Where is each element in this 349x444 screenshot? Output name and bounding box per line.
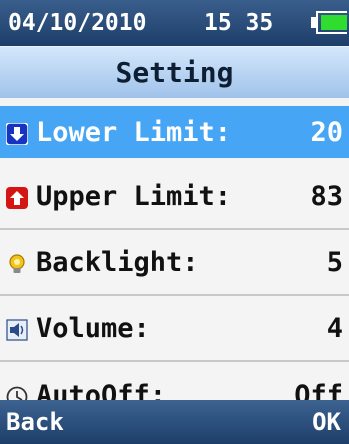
up-arrow-icon bbox=[6, 185, 28, 209]
menu-item-label: Lower Limit: bbox=[36, 116, 232, 148]
device-screen: 04/10/2010 15 35 Setting Lower Limit: 20 bbox=[0, 0, 349, 444]
menu-item-label: Volume: bbox=[36, 312, 150, 344]
back-button[interactable]: Back bbox=[6, 400, 64, 444]
menu-item-label: Upper Limit: bbox=[36, 180, 232, 212]
menu-item-label: Backlight: bbox=[36, 246, 199, 278]
settings-menu: Lower Limit: 20 Upper Limit: 83 Backligh… bbox=[0, 98, 349, 428]
status-time: 15 35 bbox=[204, 10, 274, 36]
menu-item-value: 83 bbox=[310, 180, 343, 212]
speaker-icon bbox=[6, 317, 28, 341]
lightbulb-icon bbox=[6, 251, 28, 273]
page-title: Setting bbox=[0, 46, 349, 98]
menu-item-value: 5 bbox=[326, 246, 343, 278]
status-date: 04/10/2010 bbox=[8, 10, 147, 36]
menu-item-lower-limit[interactable]: Lower Limit: 20 bbox=[0, 106, 349, 158]
down-arrow-icon bbox=[5, 121, 29, 146]
battery-icon bbox=[311, 11, 347, 34]
menu-item-upper-limit[interactable]: Upper Limit: 83 bbox=[0, 164, 349, 230]
softkey-bar: Back OK bbox=[0, 400, 349, 444]
ok-button[interactable]: OK bbox=[312, 400, 341, 444]
menu-item-value: 20 bbox=[310, 116, 343, 148]
menu-item-volume[interactable]: Volume: 4 bbox=[0, 296, 349, 362]
status-bar: 04/10/2010 15 35 bbox=[0, 0, 349, 46]
menu-item-value: 4 bbox=[326, 312, 343, 344]
menu-item-backlight[interactable]: Backlight: 5 bbox=[0, 230, 349, 296]
